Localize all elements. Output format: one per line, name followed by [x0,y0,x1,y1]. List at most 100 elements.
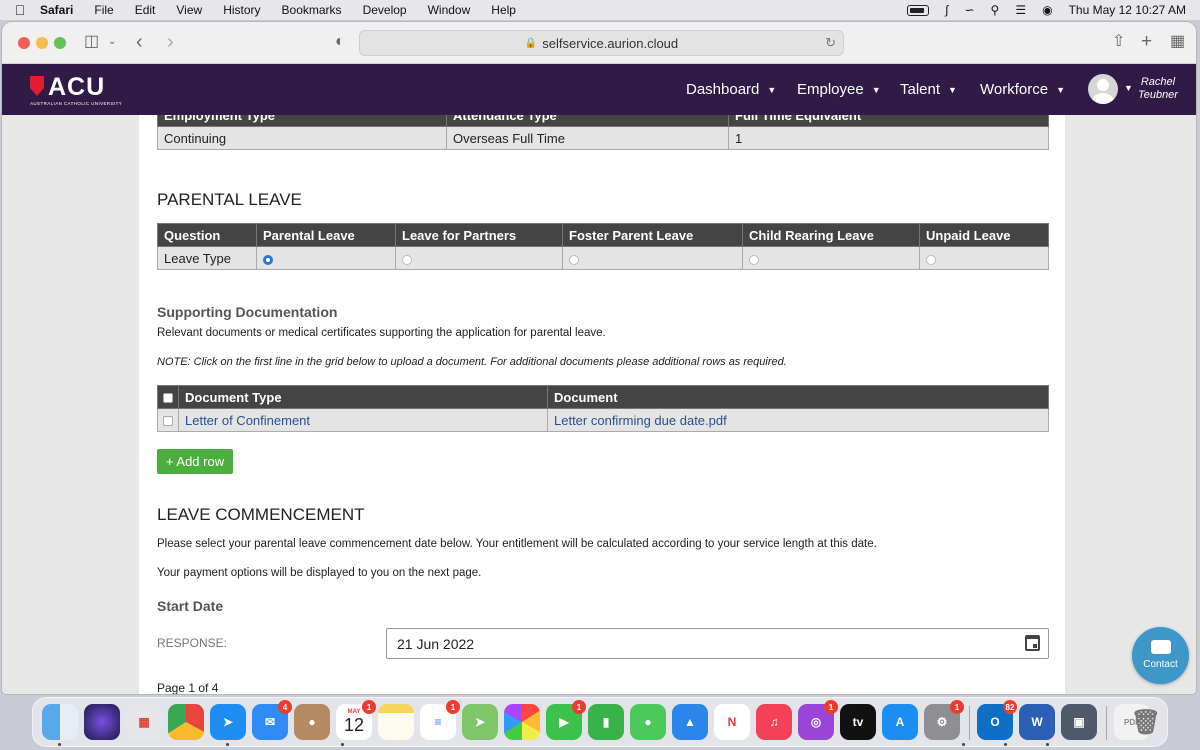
radio-foster-parent-leave[interactable] [562,246,743,270]
running-indicator [341,743,344,746]
apple-tv-icon[interactable]: tv [840,704,876,740]
radio-unpaid-leave[interactable] [919,246,1049,270]
chrome-icon[interactable] [168,704,204,740]
nav-talent[interactable]: Talent ▼ [900,64,957,115]
add-row-button[interactable]: + Add row [157,449,233,474]
calendar-icon[interactable] [1025,635,1040,651]
app-store-icon[interactable]: A [882,704,918,740]
dock-separator [1106,706,1107,740]
document-file-link[interactable]: Letter confirming due date.pdf [547,408,1049,432]
employment-table: Employment Type Attendance Type Full Tim… [157,115,1049,150]
contact-button[interactable]: Contact [1132,627,1189,684]
bluetooth-icon[interactable]: ∫ [945,3,948,17]
news-icon[interactable]: N [714,704,750,740]
facetime-icon[interactable]: ▶ 1 [546,700,586,740]
menu-view[interactable]: View [176,3,202,17]
zoom-window-button[interactable] [54,37,66,49]
row-checkbox-cell[interactable] [157,408,179,432]
forward-icon[interactable]: › [167,32,174,52]
safari-compass-icon[interactable]: ➤ [210,704,246,740]
finder-icon[interactable] [42,704,78,740]
supporting-docs-title: Supporting Documentation [157,304,338,320]
nav-employee[interactable]: Employee ▼ [797,64,881,115]
radio-unselected[interactable] [402,255,412,266]
menu-develop[interactable]: Develop [363,3,407,17]
calendar-app-icon[interactable]: MAY 12 1 [336,700,376,740]
outlook-icon[interactable]: O 82 [977,700,1017,740]
radio-parental-leave[interactable] [256,246,396,270]
menu-edit[interactable]: Edit [135,3,156,17]
radio-selected[interactable] [263,255,273,266]
close-window-button[interactable] [18,37,30,49]
table-row[interactable]: Letter of Confinement Letter confirming … [157,408,1049,432]
music-icon[interactable]: ♫ [756,704,792,740]
notes-icon[interactable] [378,704,414,740]
share-icon[interactable]: ⇧ [1112,32,1125,52]
nav-workforce[interactable]: Workforce ▼ [980,64,1065,115]
menu-bookmarks[interactable]: Bookmarks [282,3,342,17]
photos-icon[interactable] [504,704,540,740]
preview-icon[interactable]: ▣ [1061,704,1097,740]
menu-history[interactable]: History [223,3,260,17]
numbers-icon[interactable]: ▮ [588,704,624,740]
macos-menubar:  Safari File Edit View History Bookmark… [0,0,1200,20]
reload-icon[interactable]: ↻ [825,35,836,51]
new-tab-icon[interactable]: + [1141,32,1152,52]
chevron-down-icon[interactable]: ⌄ [108,32,116,52]
menu-file[interactable]: File [94,3,113,17]
launchpad-icon[interactable]: ▦ [126,704,162,740]
logo-text: ACU [48,73,106,101]
row-checkbox[interactable] [163,416,173,427]
menu-help[interactable]: Help [491,3,516,17]
document-type-link[interactable]: Letter of Confinement [178,408,548,432]
nav-workforce-label: Workforce [980,81,1049,98]
address-bar[interactable]: 🔒 selfservice.aurion.cloud ↻ [359,30,844,56]
radio-leave-for-partners[interactable] [395,246,563,270]
menubar-clock[interactable]: Thu May 12 10:27 AM [1069,3,1186,17]
radio-child-rearing-leave[interactable] [742,246,920,270]
wifi-icon[interactable]: ∽ [964,3,974,17]
word-icon[interactable]: W [1019,704,1055,740]
start-date-input[interactable]: 21 Jun 2022 [386,628,1049,659]
keynote-icon[interactable]: ▲ [672,704,708,740]
menu-safari[interactable]: Safari [40,3,73,17]
trash-icon[interactable]: 🗑 [1128,704,1164,740]
messages-icon[interactable]: ● [630,704,666,740]
radio-unselected[interactable] [926,255,936,266]
status-area: ∫ ∽ ⚲ ☰ ◉ Thu May 12 10:27 AM [907,0,1186,20]
menu-window[interactable]: Window [428,3,471,17]
sidebar-toggle-icon[interactable]: ◫ [84,32,99,52]
battery-icon[interactable] [907,4,930,16]
system-preferences-icon[interactable]: ⚙ 1 [924,700,964,740]
maps-icon[interactable]: ➤ [462,704,498,740]
podcasts-icon[interactable]: ◎ 1 [798,700,838,740]
radio-unselected[interactable] [749,255,759,266]
siri-app-icon[interactable] [84,704,120,740]
running-indicator [1046,743,1049,746]
tab-overview-icon[interactable]: ▦ [1170,32,1185,52]
caret-down-icon: ▼ [1056,84,1065,95]
supporting-docs-note: NOTE: Click on the first line in the gri… [157,356,787,368]
payment-options-text: Your payment options will be displayed t… [157,567,482,579]
privacy-shield-icon[interactable]: ◐ [335,32,345,52]
nav-talent-label: Talent [900,81,941,98]
reminders-icon[interactable]: ≡ 1 [420,700,460,740]
running-indicator [58,743,61,746]
mail-icon[interactable]: ✉ 4 [252,700,292,740]
apple-menu-icon[interactable]:  [0,2,40,18]
parental-leave-table: Question Parental Leave Leave for Partne… [157,223,1049,270]
page-indicator: Page 1 of 4 [157,681,219,694]
siri-icon[interactable]: ◉ [1042,3,1052,17]
running-indicator [226,743,229,746]
select-all-checkbox[interactable] [163,393,173,404]
nav-dashboard[interactable]: Dashboard ▼ [686,64,776,115]
contacts-icon[interactable]: ● [294,704,330,740]
spotlight-search-icon[interactable]: ⚲ [991,3,1000,17]
facetime-badge: 1 [572,700,586,714]
radio-unselected[interactable] [569,255,579,266]
back-icon[interactable]: ‹ [136,32,143,52]
control-center-icon[interactable]: ☰ [1015,3,1026,17]
select-all-cell[interactable] [157,385,179,409]
minimize-window-button[interactable] [36,37,48,49]
table-header: Unpaid Leave [919,223,1049,247]
